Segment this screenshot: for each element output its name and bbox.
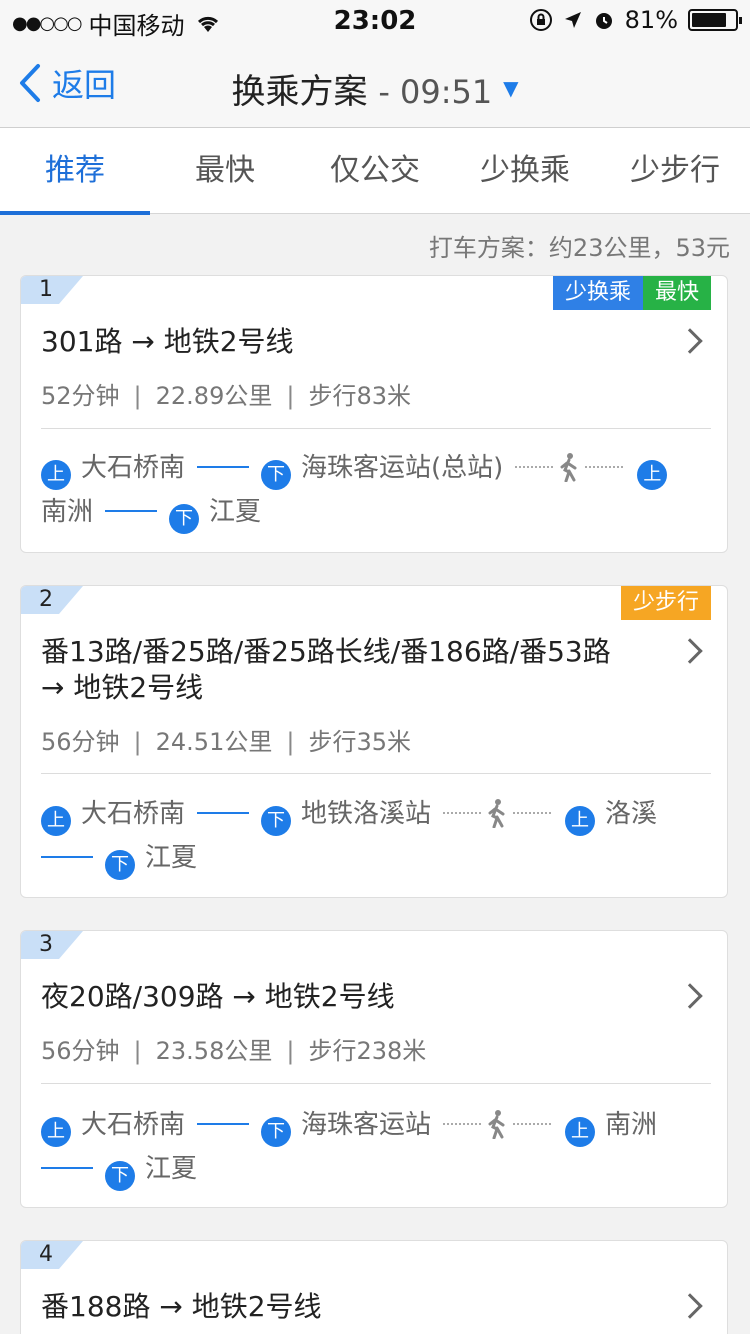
- route-meta: 56分钟 | 24.51公里 | 步行35米: [41, 728, 411, 756]
- board-icon: 上: [565, 1117, 596, 1147]
- tab-bus-only[interactable]: 仅公交: [300, 128, 450, 214]
- board-icon: 上: [41, 1117, 71, 1147]
- walking-icon: [560, 453, 577, 482]
- stop-name: 大石桥南: [81, 1110, 186, 1140]
- route-duration: 52分钟: [41, 382, 120, 410]
- route-badges: 少换乘 最快: [552, 276, 711, 310]
- divider: [41, 773, 711, 774]
- route-title: 番188路 → 地铁2号线: [41, 1290, 322, 1323]
- transit-line: [41, 856, 93, 858]
- transit-line: [197, 812, 250, 814]
- route-distance: 24.51公里: [155, 728, 273, 756]
- nav-bar: 返回 换乘方案 - 09:51 ▼: [0, 40, 750, 128]
- route-walk: 步行238米: [308, 1037, 427, 1065]
- route-index: 2: [21, 586, 83, 614]
- chevron-right-icon[interactable]: [677, 983, 703, 1009]
- stop-name: 海珠客运站(总站): [301, 453, 504, 483]
- route-index: 4: [21, 1241, 83, 1269]
- tab-fastest[interactable]: 最快: [150, 128, 300, 214]
- route-stops: 上大石桥南下地铁洛溪站上洛溪 下江夏: [41, 792, 707, 880]
- tab-less-walking[interactable]: 少步行: [600, 128, 750, 214]
- walking-icon: [488, 799, 505, 828]
- battery-icon: [688, 9, 742, 31]
- board-icon: 上: [565, 806, 596, 836]
- board-icon: 上: [637, 460, 668, 490]
- badge-fastest: 最快: [642, 276, 711, 310]
- taxi-option[interactable]: 打车方案：约23公里，53元: [429, 228, 730, 263]
- alight-icon: 下: [261, 460, 292, 490]
- route-walk: 步行35米: [308, 728, 411, 756]
- stop-name: 海珠客运站: [301, 1110, 432, 1140]
- status-right: 81%: [529, 6, 742, 34]
- alarm-icon: [595, 13, 612, 29]
- stop-name: 地铁洛溪站: [301, 799, 432, 829]
- route-title-cont: → 地铁2号线: [41, 671, 204, 704]
- location-icon: [564, 12, 581, 28]
- route-distance: 23.58公里: [155, 1037, 273, 1065]
- badge-fewer-transfers: 少换乘: [552, 276, 643, 310]
- stop-name: 大石桥南: [81, 453, 186, 483]
- route-title: 夜20路/309路 → 地铁2号线: [41, 980, 395, 1013]
- stop-name: 南洲: [41, 497, 94, 527]
- filter-tabs: 推荐 最快 仅公交 少换乘 少步行: [0, 128, 750, 215]
- battery-percent: 81%: [624, 6, 678, 34]
- board-icon: 上: [41, 460, 71, 490]
- walking-icon: [488, 1110, 505, 1139]
- chevron-right-icon[interactable]: [677, 328, 703, 354]
- divider: [41, 428, 711, 429]
- stop-name: 大石桥南: [81, 799, 186, 829]
- route-card-4[interactable]: 4 番188路 → 地铁2号线: [20, 1240, 728, 1334]
- tab-fewer-transfers[interactable]: 少换乘: [450, 128, 600, 214]
- page-title[interactable]: 换乘方案 - 09:51 ▼: [0, 64, 750, 113]
- alight-icon: 下: [261, 806, 292, 836]
- transit-line: [105, 510, 158, 512]
- title-text: 换乘方案: [231, 72, 368, 112]
- stop-name: 南洲: [605, 1110, 658, 1140]
- tab-recommend[interactable]: 推荐: [0, 128, 150, 215]
- route-card-3[interactable]: 3 夜20路/309路 → 地铁2号线 56分钟 | 23.58公里 | 步行238米 …: [20, 930, 728, 1208]
- badge-less-walking: 少步行: [620, 586, 711, 620]
- route-card-1[interactable]: 1 少换乘 最快 301路 → 地铁2号线 52分钟 | 22.89公里 | 步行83米…: [20, 275, 728, 553]
- divider: [41, 1083, 711, 1084]
- route-distance: 22.89公里: [155, 382, 273, 410]
- alight-icon: 下: [105, 850, 135, 880]
- dropdown-triangle-icon: ▼: [503, 76, 519, 100]
- rotation-lock-icon: [529, 9, 552, 31]
- stop-name: 洛溪: [605, 799, 658, 829]
- board-icon: 上: [41, 806, 71, 836]
- route-meta: 52分钟 | 22.89公里 | 步行83米: [41, 382, 411, 410]
- route-duration: 56分钟: [41, 728, 120, 756]
- route-stops: 上大石桥南下海珠客运站上南洲 下江夏: [41, 1103, 707, 1191]
- alight-icon: 下: [105, 1161, 135, 1191]
- route-badges: 少步行: [620, 586, 711, 620]
- transit-line: [41, 1167, 93, 1169]
- route-walk: 步行83米: [308, 382, 411, 410]
- stop-name: 江夏: [145, 1154, 198, 1184]
- transit-line: [197, 1123, 250, 1125]
- status-bar: ●●○○○ 中国移动 23:02 81%: [0, 0, 750, 40]
- chevron-right-icon[interactable]: [677, 1293, 703, 1319]
- route-title: 301路 → 地铁2号线: [41, 325, 294, 358]
- route-meta: 56分钟 | 23.58公里 | 步行238米: [41, 1037, 427, 1065]
- route-title: 番13路/番25路/番25路长线/番186路/番53路: [41, 635, 611, 668]
- route-index: 3: [21, 931, 83, 959]
- stop-name: 江夏: [145, 843, 198, 873]
- route-card-2[interactable]: 2 少步行 番13路/番25路/番25路长线/番186路/番53路 → 地铁2号…: [20, 585, 728, 898]
- alight-icon: 下: [169, 504, 200, 534]
- alight-icon: 下: [261, 1117, 292, 1147]
- battery-level: [692, 13, 727, 27]
- route-stops: 上大石桥南下海珠客运站(总站) 上 南洲下江夏: [41, 446, 707, 534]
- route-duration: 56分钟: [41, 1037, 120, 1065]
- stop-name: 江夏: [209, 497, 262, 527]
- depart-time: - 09:51: [378, 73, 493, 111]
- route-index: 1: [21, 276, 83, 304]
- chevron-right-icon[interactable]: [677, 638, 703, 664]
- transit-line: [197, 466, 250, 468]
